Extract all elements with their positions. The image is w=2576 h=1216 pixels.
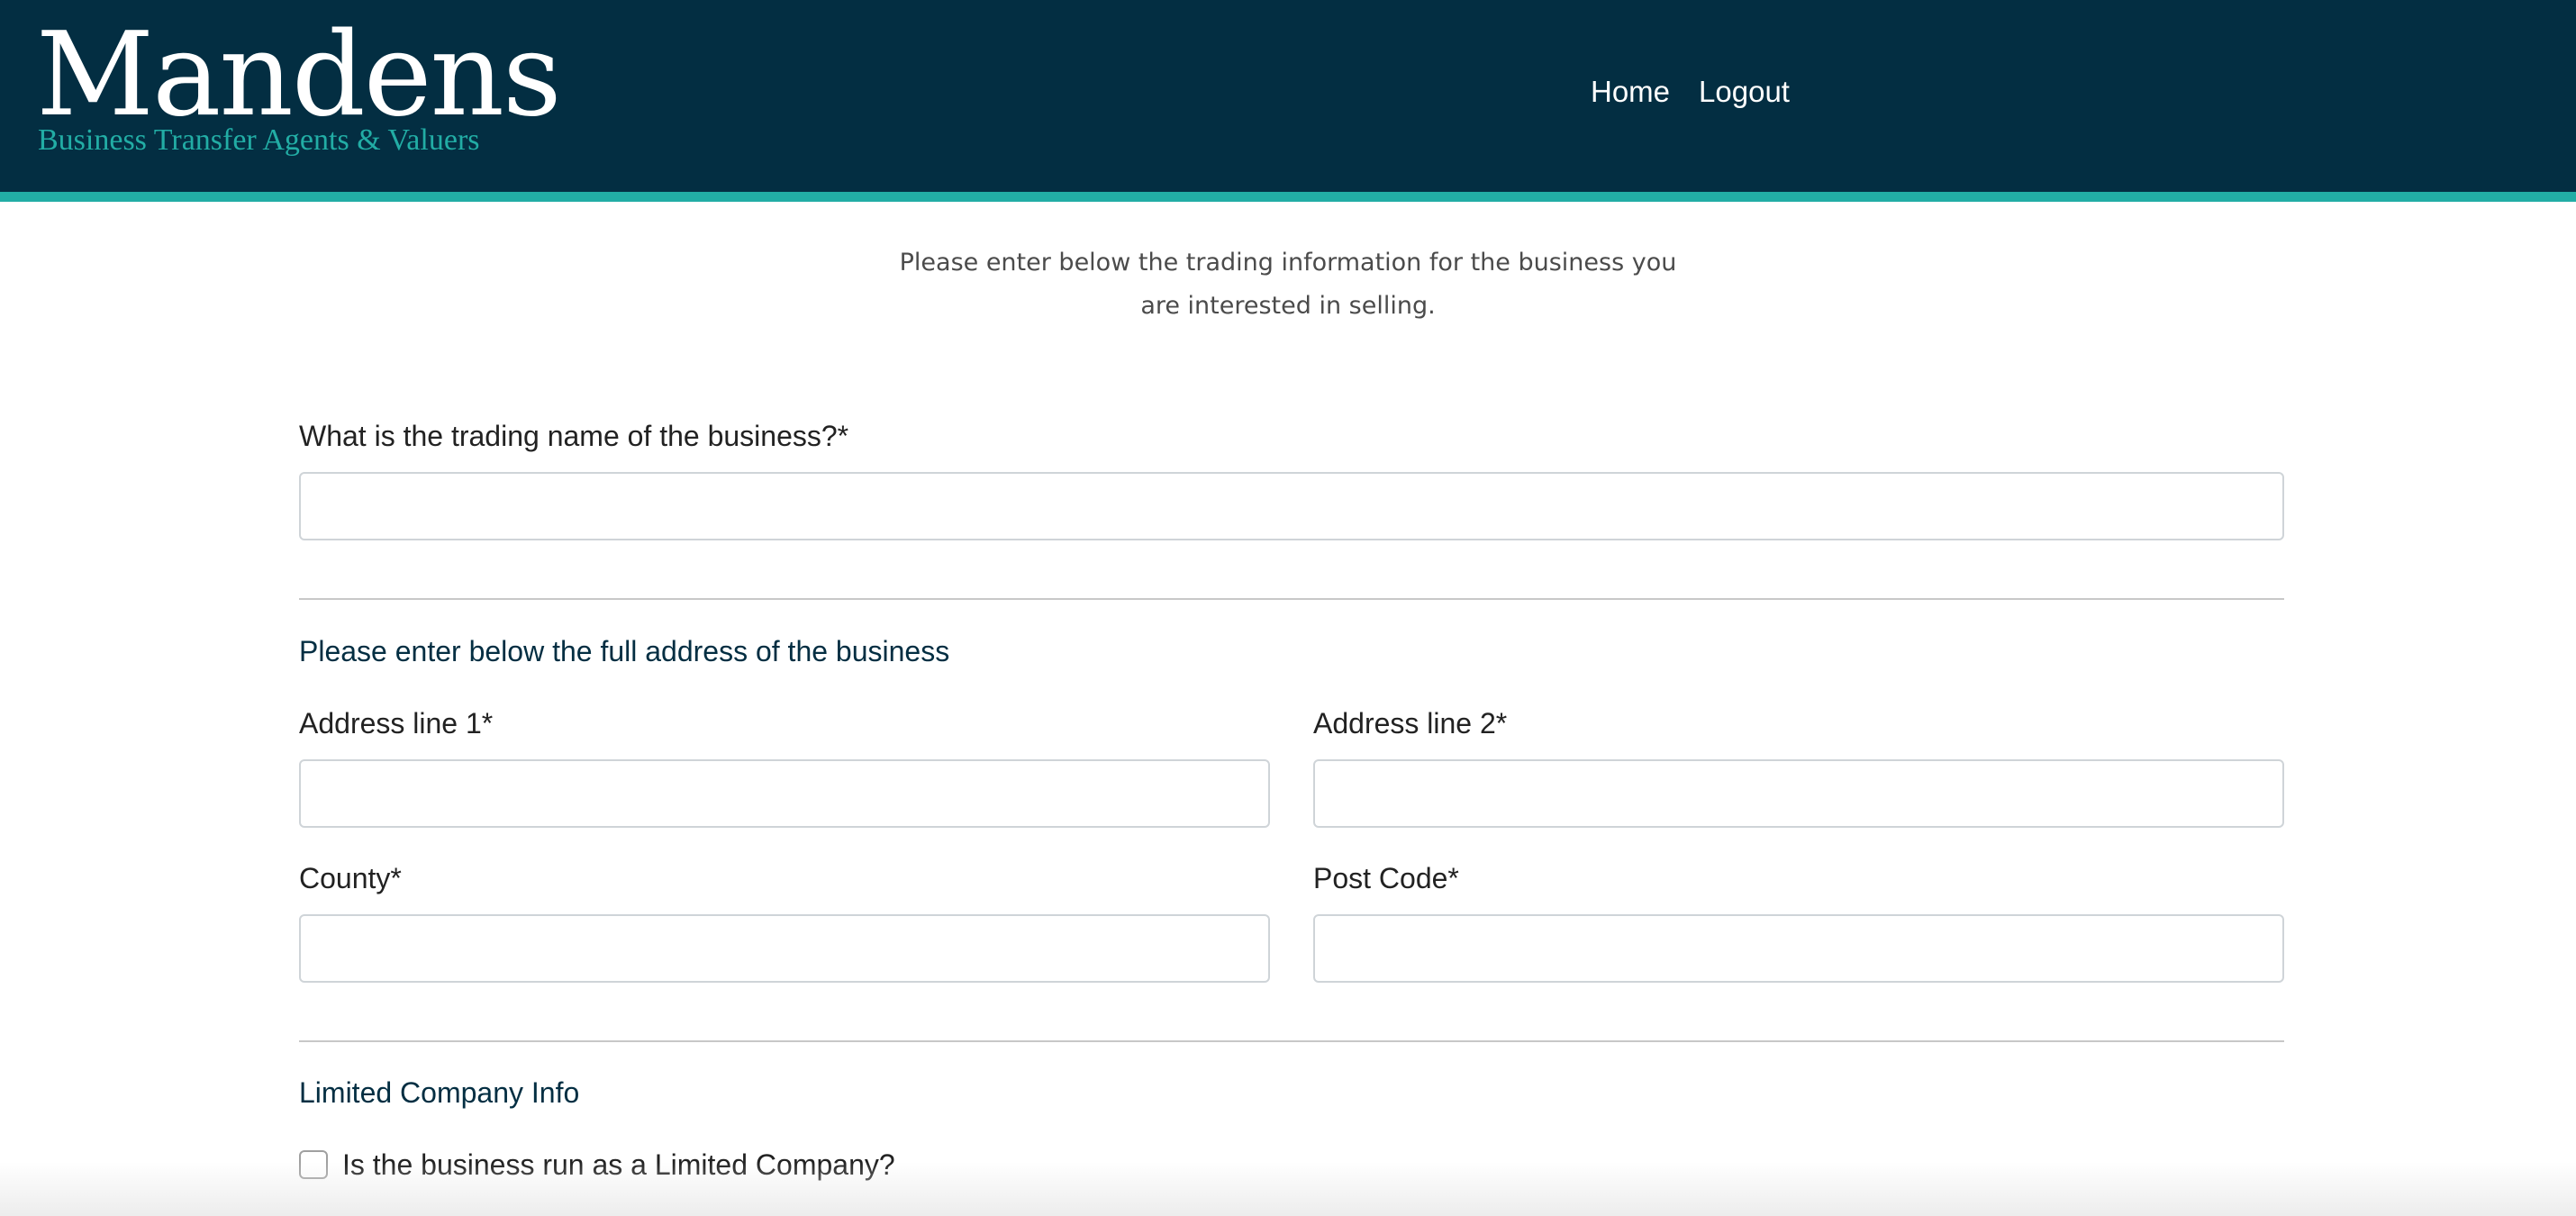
post-code-input[interactable]: [1313, 914, 2284, 983]
intro-text: Please enter below the trading informati…: [838, 241, 1738, 328]
address-line-2-input[interactable]: [1313, 759, 2284, 828]
limited-company-section-title: Limited Company Info: [299, 1076, 580, 1109]
trading-name-input[interactable]: [299, 472, 2284, 540]
intro-line-2: are interested in selling.: [1140, 292, 1436, 320]
logo-subtitle: Business Transfer Agents & Valuers: [38, 123, 480, 157]
nav-logout-link[interactable]: Logout: [1699, 70, 1790, 113]
limited-company-checkbox[interactable]: [299, 1150, 328, 1179]
section-divider: [299, 1040, 2284, 1042]
address-line-1-label: Address line 1*: [299, 707, 494, 740]
address-section-title: Please enter below the full address of t…: [299, 635, 950, 667]
address-line-2-label: Address line 2*: [1313, 707, 1508, 740]
limited-company-checkbox-label[interactable]: Is the business run as a Limited Company…: [342, 1145, 895, 1184]
logo-title: Mandens: [36, 8, 562, 142]
nav-home-link[interactable]: Home: [1591, 70, 1670, 113]
intro-line-1: Please enter below the trading informati…: [899, 249, 1677, 277]
county-label: County*: [299, 862, 402, 894]
trading-name-label: What is the trading name of the business…: [299, 420, 849, 452]
county-input[interactable]: [299, 914, 1270, 983]
site-header: Mandens Business Transfer Agents & Value…: [0, 0, 2576, 202]
mandens-logo[interactable]: Mandens Business Transfer Agents & Value…: [36, 16, 562, 169]
section-divider: [299, 598, 2284, 600]
address-line-1-input[interactable]: [299, 759, 1270, 828]
post-code-label: Post Code*: [1313, 862, 1459, 894]
main-nav: Home Logout: [1591, 70, 1790, 113]
